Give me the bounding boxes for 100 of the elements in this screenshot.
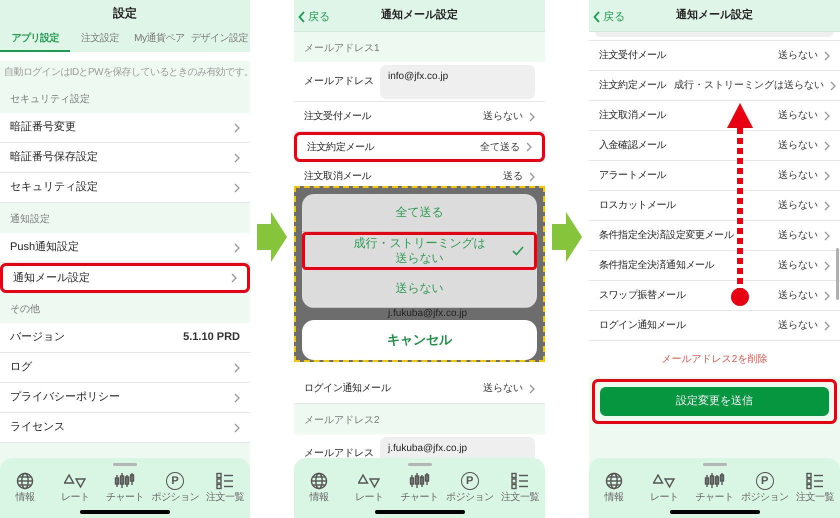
row-label: 注文約定メール	[307, 140, 374, 154]
row-label: アラートメール	[599, 169, 666, 183]
tab-bar-item[interactable]: 注文一覧	[200, 472, 250, 503]
settings-tab[interactable]: My通貨ペア	[130, 26, 189, 52]
row-label: 注文約定メール	[599, 78, 666, 93]
globe-icon	[16, 472, 34, 490]
email-field[interactable]: info@jfx.co.jp	[380, 64, 535, 98]
row-label: 注文受付メール	[599, 48, 666, 63]
list-row[interactable]: アラートメール 送らない	[589, 161, 840, 191]
candlestick-icon	[114, 472, 136, 490]
tab-bar-item[interactable]: 注文一覧	[494, 472, 545, 503]
list-row[interactable]: 注文約定メール 全て送る	[294, 132, 545, 162]
row-label: 通知メール設定	[13, 270, 90, 286]
list-row[interactable]: 注文取消メール 送らない	[589, 101, 840, 131]
right-arrow-icon	[552, 212, 582, 262]
list-row[interactable]: 通知メール設定	[0, 263, 250, 293]
list-row[interactable]: 条件指定全決済設定変更メール 送らない	[589, 221, 840, 251]
tab-bar-item[interactable]: 情報	[0, 472, 50, 503]
list-row[interactable]: 注文受付メール 送らない	[294, 102, 545, 132]
tab-bar-item[interactable]: 情報	[589, 472, 640, 503]
chevron-icon	[824, 200, 830, 210]
chevron-left-icon	[593, 11, 600, 24]
tab-bar-item[interactable]: P ポジション	[444, 472, 495, 503]
tab-bar-item[interactable]: チャート	[394, 472, 445, 503]
tab-bar-label: チャート	[106, 493, 144, 503]
tab-bar-item[interactable]: P ポジション	[150, 472, 200, 503]
list-row[interactable]: 注文約定メール 成行・ストリーミングは送らない	[589, 71, 840, 101]
drag-handle[interactable]	[408, 463, 432, 466]
list-row[interactable]: スワップ振替メール 送らない	[589, 281, 840, 311]
row-value: 送らない	[777, 229, 818, 243]
submit-button[interactable]: 設定変更を送信	[600, 387, 829, 416]
row-label: ロスカットメール	[599, 199, 676, 213]
globe-icon	[310, 472, 328, 490]
settings-tab[interactable]: デザイン設定	[189, 26, 250, 52]
row-label: ログ	[10, 360, 32, 376]
chevron-icon	[234, 122, 240, 132]
chevron-icon	[824, 50, 830, 60]
triangles-icon	[64, 473, 86, 489]
chevron-icon	[234, 152, 240, 162]
tab-bar-label: 情報	[310, 493, 329, 503]
cancel-button[interactable]: キャンセル	[302, 320, 537, 360]
email-field[interactable]	[595, 32, 834, 37]
list-row[interactable]: 入金確認メール 送らない	[589, 131, 840, 161]
row-value: 送らない	[777, 139, 818, 153]
candlestick-icon	[704, 472, 726, 490]
row-label: セキュリティ設定	[10, 180, 98, 196]
drag-handle[interactable]	[113, 463, 137, 466]
list-row[interactable]: ログイン通知メール 送らない	[589, 311, 840, 341]
tab-bar-label: レート	[650, 493, 679, 503]
chevron-icon	[830, 80, 836, 90]
chevron-icon	[234, 392, 240, 402]
list-row[interactable]: Push通知設定	[0, 233, 250, 263]
chevron-icon	[529, 112, 535, 122]
tab-bar-item[interactable]: レート	[50, 472, 100, 503]
triangles-icon	[358, 473, 380, 489]
row-value: 送らない	[777, 259, 818, 273]
list-row[interactable]: プライバシーポリシー	[0, 383, 250, 413]
tab-bar-item[interactable]: 注文一覧	[790, 472, 840, 503]
tab-bar-item[interactable]: P ポジション	[740, 472, 790, 503]
tab-bar-label: ポジション	[740, 493, 788, 503]
list-icon	[806, 472, 824, 490]
globe-icon	[605, 472, 624, 490]
list-row[interactable]: セキュリティ設定	[0, 173, 250, 203]
row-value: 5.1.10 PRD	[182, 330, 240, 346]
list-row[interactable]: 条件指定全決済通知メール 送らない	[589, 251, 840, 281]
tab-bar-item[interactable]: 情報	[294, 472, 344, 503]
delete-link[interactable]: メールアドレス2を削除	[662, 352, 768, 366]
tab-bar-item[interactable]: チャート	[689, 472, 740, 503]
list-row[interactable]: ログイン通知メール 送らない	[294, 374, 545, 404]
row-label: 暗証番号保存設定	[10, 150, 98, 166]
tab-bar-item[interactable]: レート	[344, 472, 394, 503]
tab-bar-item[interactable]: レート	[639, 472, 690, 503]
list-row[interactable]: 暗証番号変更	[0, 113, 250, 143]
chevron-icon	[824, 140, 830, 150]
drag-handle[interactable]	[702, 463, 726, 466]
scrollbar	[836, 248, 839, 300]
list-row[interactable]: 注文受付メール 送らない	[589, 41, 840, 71]
list-row[interactable]: ロスカットメール 送らない	[589, 191, 840, 221]
row-label: 注文受付メール	[304, 110, 372, 124]
row-label: 条件指定全決済通知メール	[599, 258, 714, 273]
row-label: メールアドレス	[304, 75, 374, 89]
row-value: 送らない	[777, 49, 818, 63]
email-text: j.fukuba@jfx.co.jp	[386, 308, 468, 320]
settings-tab[interactable]: 注文設定	[70, 26, 130, 52]
list-row[interactable]: 暗証番号保存設定	[0, 143, 250, 173]
chevron-icon	[824, 110, 830, 120]
list-icon	[216, 472, 234, 490]
chevron-icon	[234, 362, 240, 372]
list-row[interactable]: バージョン 5.1.10 PRD	[0, 323, 250, 353]
row-label: ログイン通知メール	[304, 382, 390, 396]
chevron-icon	[824, 260, 830, 270]
row-label: バージョン	[10, 330, 65, 346]
row-label: プライバシーポリシー	[10, 390, 120, 406]
row-value: 全て送る	[479, 140, 520, 154]
row-label: 暗証番号変更	[10, 120, 76, 136]
list-row[interactable]: ライセンス	[0, 413, 250, 443]
chevron-icon	[824, 290, 830, 300]
tab-bar-item[interactable]: チャート	[100, 472, 150, 503]
row-label: 入金確認メール	[599, 138, 666, 153]
list-row[interactable]: ログ	[0, 353, 250, 383]
